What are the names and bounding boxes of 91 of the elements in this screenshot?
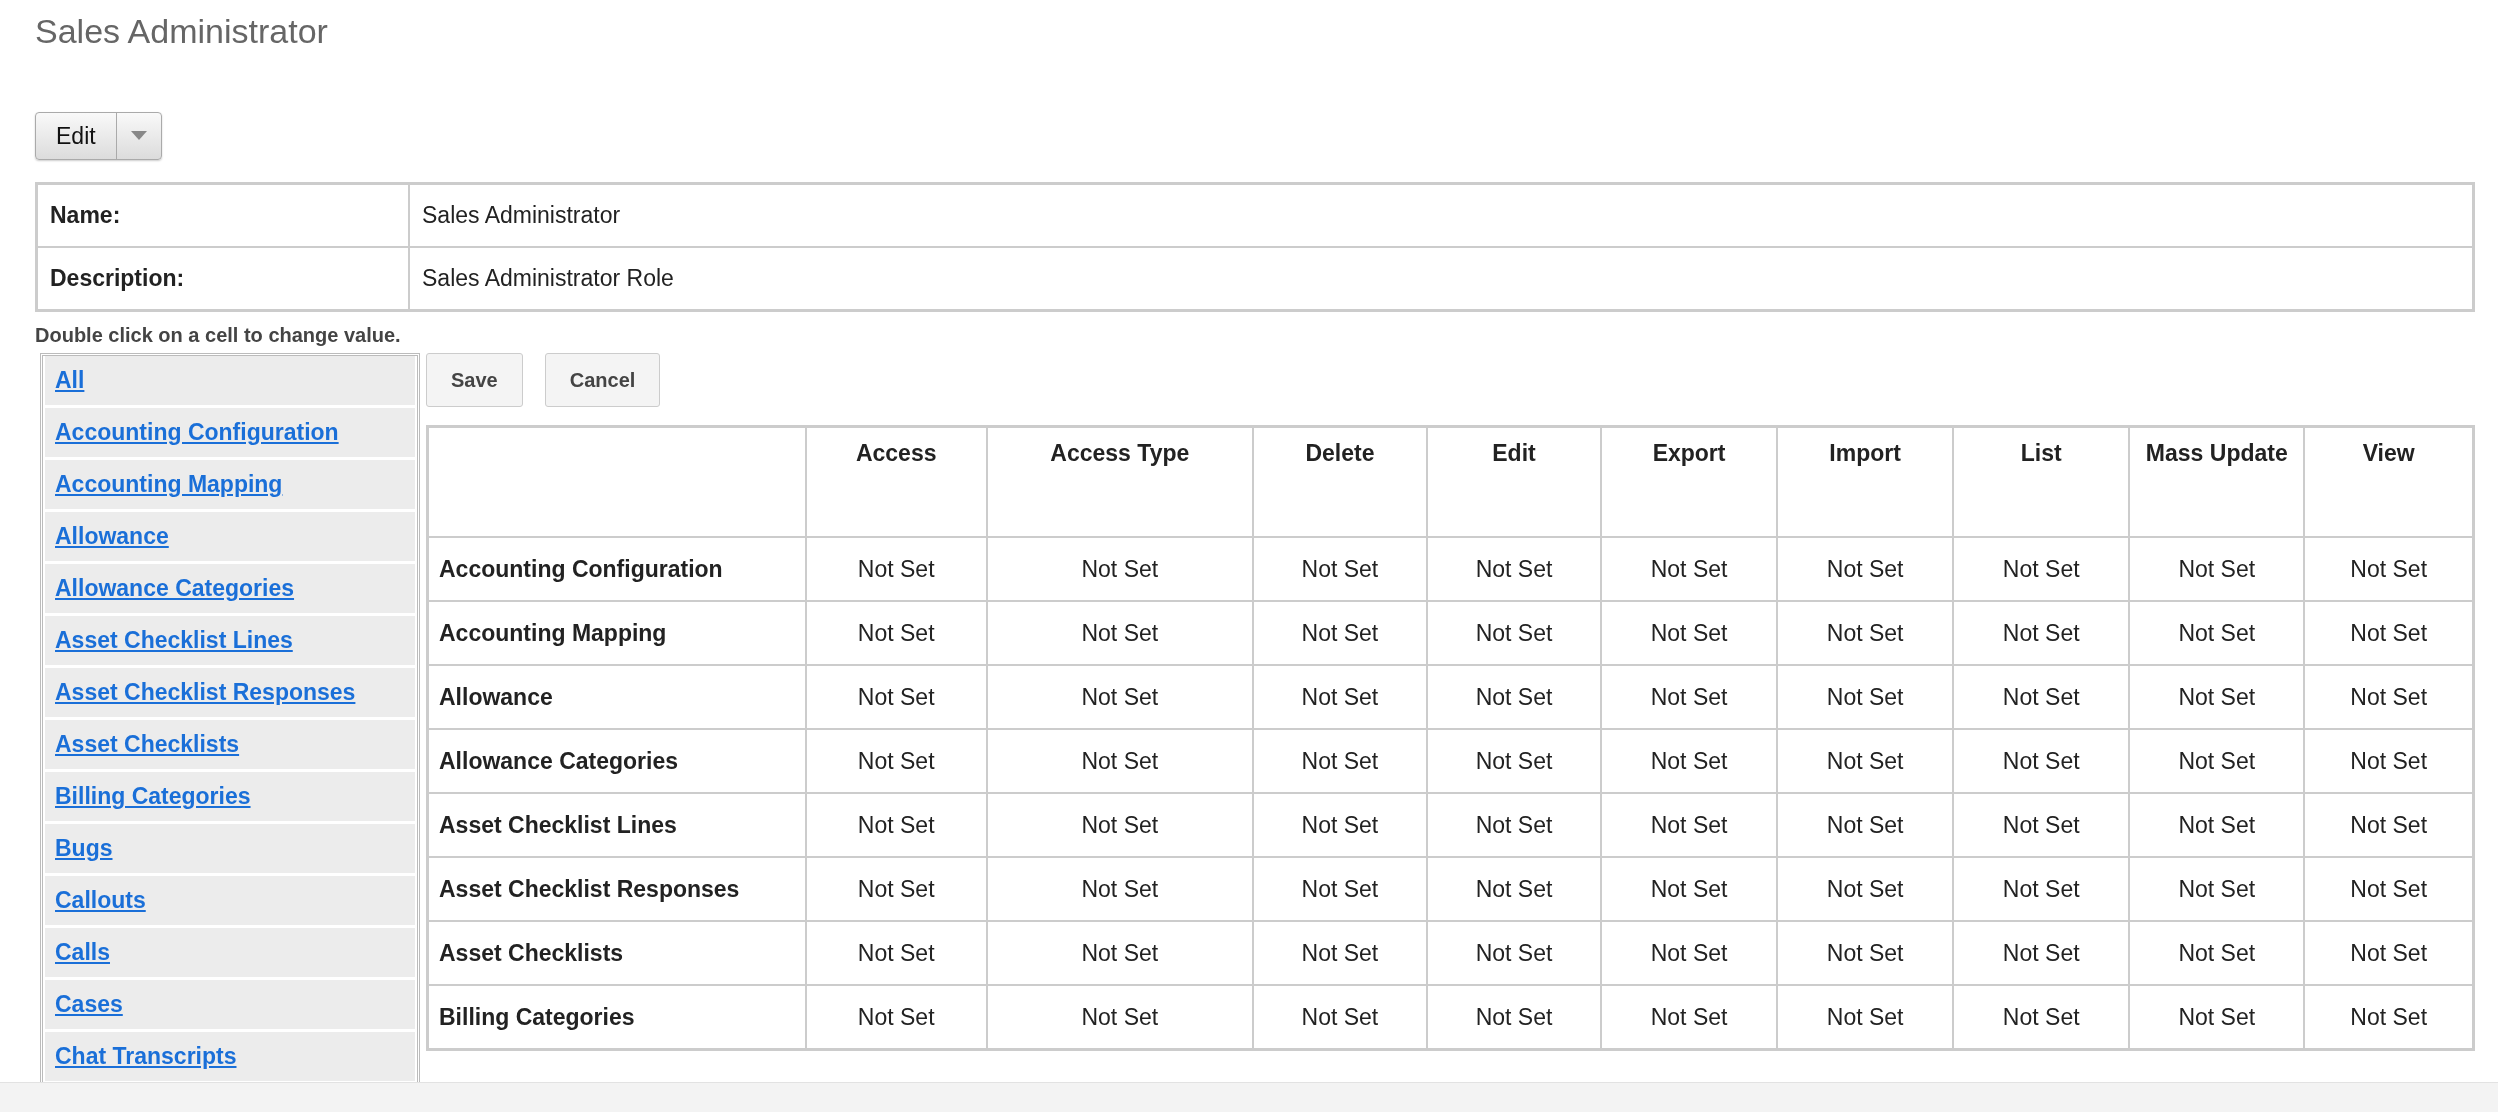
table-cell[interactable]: Not Set [1953,857,2130,921]
table-cell[interactable]: Not Set [1601,921,1778,985]
module-link[interactable]: Calls [45,928,415,980]
table-cell[interactable]: Not Set [1426,857,1602,921]
table-cell[interactable]: Not Set [1601,665,1778,729]
table-cell[interactable]: Not Set [1252,921,1427,985]
table-cell[interactable]: Not Set [1426,537,1602,601]
table-cell[interactable]: Not Set [1252,857,1427,921]
table-cell[interactable]: Not Set [2129,921,2305,985]
table-cell[interactable]: Not Set [805,665,987,729]
field-label: Name: [36,183,409,247]
table-cell[interactable]: Not Set [1777,793,1954,857]
table-cell[interactable]: Not Set [2129,537,2305,601]
module-link[interactable]: Accounting Mapping [45,460,415,512]
table-cell[interactable]: Not Set [2129,729,2305,793]
table-cell[interactable]: Not Set [2129,793,2305,857]
table-cell[interactable]: Not Set [1953,921,2130,985]
table-cell[interactable]: Not Set [1426,729,1602,793]
table-cell[interactable]: Not Set [1953,729,2130,793]
table-cell[interactable]: Not Set [1601,857,1778,921]
table-cell[interactable]: Not Set [1426,921,1602,985]
table-cell[interactable]: Not Set [1601,601,1778,665]
table-cell[interactable]: Not Set [1777,537,1954,601]
column-header: Edit [1426,426,1602,537]
table-cell[interactable]: Not Set [986,793,1253,857]
save-button[interactable]: Save [426,353,523,407]
column-header: Export [1601,426,1778,537]
table-cell[interactable]: Not Set [2129,857,2305,921]
table-cell[interactable]: Not Set [1601,537,1778,601]
table-cell[interactable]: Not Set [1426,793,1602,857]
row-header: Accounting Configuration [427,537,806,601]
module-link[interactable]: Allowance Categories [45,564,415,616]
table-cell[interactable]: Not Set [1252,729,1427,793]
row-header: Asset Checklist Lines [427,793,806,857]
table-cell[interactable]: Not Set [986,921,1253,985]
module-link[interactable]: Cases [45,980,415,1032]
table-cell[interactable]: Not Set [805,601,987,665]
module-link[interactable]: Billing Categories [45,772,415,824]
module-link[interactable]: Accounting Configuration [45,408,415,460]
table-cell[interactable]: Not Set [1777,729,1954,793]
table-cell[interactable]: Not Set [1426,601,1602,665]
cancel-button[interactable]: Cancel [544,353,661,407]
table-cell[interactable]: Not Set [1601,793,1778,857]
module-link[interactable]: Chat Transcripts [45,1032,415,1082]
instruction-text: Double click on a cell to change value. [35,324,401,347]
table-cell[interactable]: Not Set [1777,665,1954,729]
table-cell[interactable]: Not Set [2129,665,2305,729]
column-header: Mass Update [2129,426,2305,537]
table-cell[interactable]: Not Set [2129,601,2305,665]
module-link[interactable]: Asset Checklists [45,720,415,772]
column-header: Import [1777,426,1954,537]
table-cell[interactable]: Not Set [805,793,987,857]
table-cell[interactable]: Not Set [805,921,987,985]
table-cell[interactable]: Not Set [1426,665,1602,729]
table-cell[interactable]: Not Set [1777,601,1954,665]
table-cell[interactable]: Not Set [986,729,1253,793]
table-cell[interactable]: Not Set [986,857,1253,921]
table-cell[interactable]: Not Set [1953,601,2130,665]
table-cell[interactable]: Not Set [1777,857,1954,921]
table-cell[interactable]: Not Set [1953,665,2130,729]
page-title: Sales Administrator [35,11,328,52]
table-cell[interactable]: Not Set [1953,537,2130,601]
table-cell[interactable]: Not Set [1252,665,1427,729]
row-header: Accounting Mapping [427,601,806,665]
column-header: Delete [1252,426,1427,537]
table-cell[interactable]: Not Set [1953,793,2130,857]
module-link[interactable]: Bugs [45,824,415,876]
module-link[interactable]: Asset Checklist Lines [45,616,415,668]
module-link[interactable]: Asset Checklist Responses [45,668,415,720]
module-link[interactable]: All [45,356,415,408]
table-cell[interactable]: Not Set [805,537,987,601]
table-cell[interactable]: Not Set [1252,537,1427,601]
table-cell[interactable]: Not Set [986,601,1253,665]
table-cell[interactable]: Not Set [805,729,987,793]
table-cell[interactable]: Not Set [986,537,1253,601]
module-link[interactable]: Callouts [45,876,415,928]
column-header: List [1953,426,2130,537]
column-header: Access [805,426,987,537]
row-header: Asset Checklists [427,921,806,985]
table-cell[interactable]: Not Set [1252,793,1427,857]
table-cell[interactable]: Not Set [805,857,987,921]
table-cell[interactable]: Not Set [1252,601,1427,665]
table-cell[interactable]: Not Set [986,665,1253,729]
column-header: Access Type [986,426,1253,537]
row-header: Allowance [427,665,806,729]
caret-icon [130,131,147,141]
row-header: Allowance Categories [427,729,806,793]
table-cell[interactable]: Not Set [1601,729,1778,793]
module-link[interactable]: Allowance [45,512,415,564]
table-cell[interactable]: Not Set [1777,921,1954,985]
row-header: Asset Checklist Responses [427,857,806,921]
